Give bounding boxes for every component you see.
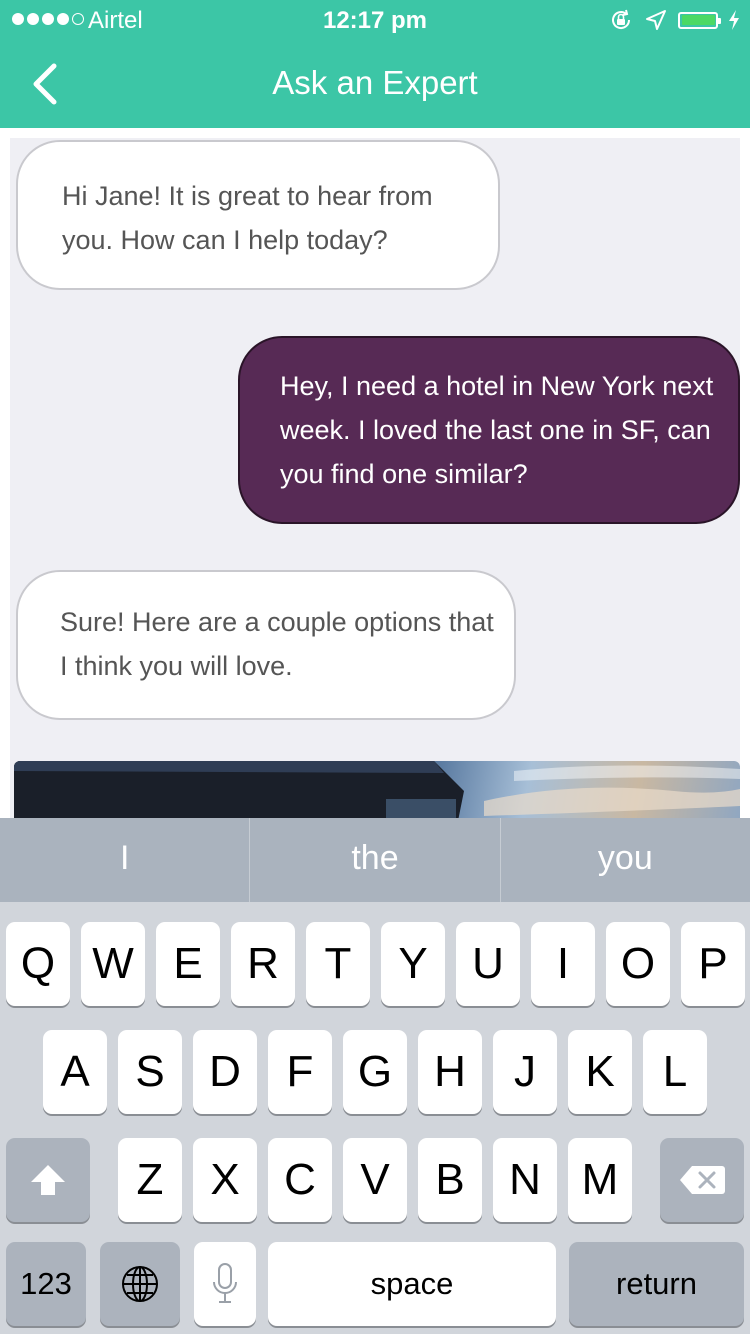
key-g[interactable]: G [343,1030,407,1114]
key-z[interactable]: Z [118,1138,182,1222]
key-e[interactable]: E [156,922,220,1006]
key-u[interactable]: U [456,922,520,1006]
globe-key[interactable] [100,1242,180,1326]
outgoing-message-bubble: Hey, I need a hotel in New York next wee… [238,336,740,524]
key-n[interactable]: N [493,1138,557,1222]
numbers-key[interactable]: 123 [6,1242,86,1326]
key-a[interactable]: A [43,1030,107,1114]
key-p[interactable]: P [681,922,745,1006]
key-i[interactable]: I [531,922,595,1006]
keyboard: Q W E R T Y U I O P A S D F G H J K L Z … [0,902,750,1334]
key-r[interactable]: R [231,922,295,1006]
orientation-lock-icon [612,9,631,29]
incoming-message-bubble: Sure! Here are a couple options that I t… [16,570,516,720]
key-t[interactable]: T [306,922,370,1006]
backspace-icon [680,1166,725,1194]
key-y[interactable]: Y [381,922,445,1006]
delete-key[interactable] [660,1138,744,1222]
key-o[interactable]: O [606,922,670,1006]
location-arrow-icon [646,10,666,30]
key-w[interactable]: W [81,922,145,1006]
hotel-photo-image [14,761,740,818]
incoming-message-bubble: Hi Jane! It is great to hear from you. H… [16,140,500,290]
hotel-photo[interactable] [14,761,740,818]
chat-thread[interactable]: Hi Jane! It is great to hear from you. H… [10,138,740,818]
key-s[interactable]: S [118,1030,182,1114]
key-q[interactable]: Q [6,922,70,1006]
key-m[interactable]: M [568,1138,632,1222]
status-icons [608,7,740,33]
microphone-icon [213,1263,237,1303]
suggestion-item[interactable]: the [249,818,499,902]
top-bar: Airtel 12:17 pm Ask an Expert [0,0,750,128]
key-l[interactable]: L [643,1030,707,1114]
key-c[interactable]: C [268,1138,332,1222]
key-f[interactable]: F [268,1030,332,1114]
suggestion-item[interactable]: I [0,818,249,902]
space-key[interactable]: space [268,1242,556,1326]
shift-arrow-icon [31,1165,65,1195]
return-key[interactable]: return [569,1242,744,1326]
globe-icon [122,1266,158,1302]
key-b[interactable]: B [418,1138,482,1222]
key-d[interactable]: D [193,1030,257,1114]
suggestion-item[interactable]: you [499,818,750,902]
charging-bolt-icon [729,10,739,30]
key-v[interactable]: V [343,1138,407,1222]
key-j[interactable]: J [493,1030,557,1114]
key-k[interactable]: K [568,1030,632,1114]
dictation-key[interactable] [194,1242,256,1326]
predictive-bar: I the you [0,818,750,902]
key-x[interactable]: X [193,1138,257,1222]
battery-icon [678,11,721,29]
battery-fill [681,15,715,25]
shift-key[interactable] [6,1138,90,1222]
status-bar: Airtel 12:17 pm [0,0,750,40]
page-title: Ask an Expert [272,64,478,101]
key-h[interactable]: H [418,1030,482,1114]
